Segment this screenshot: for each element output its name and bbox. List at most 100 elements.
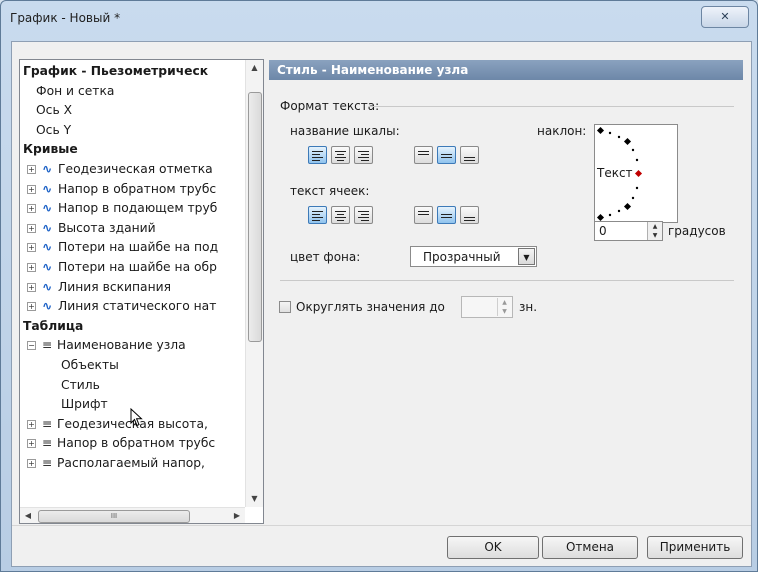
curve-icon: ∿ bbox=[42, 260, 53, 274]
round-spin-buttons[interactable]: ▲ ▼ bbox=[497, 298, 511, 316]
tree-content: График - Пьезометрическ Фон и сетка Ось X О… bbox=[20, 60, 245, 507]
round-digits-spinner[interactable]: ▲ ▼ bbox=[461, 296, 513, 318]
tree-item-label: Ось Y bbox=[36, 122, 72, 137]
tree-item[interactable]: Фон и сетка bbox=[36, 82, 114, 101]
scroll-up-icon[interactable]: ▲ bbox=[246, 60, 263, 76]
close-button[interactable]: ✕ bbox=[701, 6, 749, 28]
section-header: Стиль - Наименование узла bbox=[269, 60, 743, 80]
tree-item[interactable]: + ∿ Напор в подающем труб bbox=[27, 199, 217, 218]
expand-icon[interactable]: + bbox=[27, 302, 36, 312]
spin-down-icon[interactable]: ▼ bbox=[648, 231, 662, 240]
scroll-down-icon[interactable]: ▼ bbox=[246, 491, 263, 507]
tree-item-label: Фон и сетка bbox=[36, 83, 115, 98]
collapse-icon[interactable]: − bbox=[27, 341, 36, 351]
expand-icon[interactable]: + bbox=[27, 439, 36, 449]
tree-item[interactable]: Стиль bbox=[61, 376, 100, 395]
curve-icon: ∿ bbox=[42, 162, 53, 176]
table-column-icon: ≡ bbox=[42, 416, 53, 431]
tree-item[interactable]: + ∿ Потери на шайбе на обр bbox=[27, 258, 217, 277]
cell-align-left-button[interactable] bbox=[308, 206, 327, 224]
tree-item-label: Кривые bbox=[23, 142, 78, 157]
tree-item[interactable]: + ∿ Линия вскипания bbox=[27, 278, 172, 297]
scroll-thumb[interactable] bbox=[248, 92, 262, 342]
tree-item-label: Линия статического нат bbox=[58, 299, 217, 314]
cell-valign-middle-button[interactable] bbox=[437, 206, 456, 224]
expand-icon[interactable]: + bbox=[27, 459, 36, 468]
tree-item[interactable]: − ≡ Наименование узла bbox=[27, 336, 186, 355]
apply-button[interactable]: Применить bbox=[647, 536, 743, 559]
tree-vertical-scrollbar[interactable]: ▲ ▼ bbox=[245, 60, 263, 507]
tree-item[interactable]: + ∿ Высота зданий bbox=[27, 219, 156, 238]
curve-icon: ∿ bbox=[42, 299, 53, 314]
tree-item-label: Наименование узла bbox=[57, 338, 186, 353]
tree-item[interactable]: + ∿ Геодезическая отметка bbox=[27, 160, 213, 179]
tree-item[interactable]: + ≡ Геодезическая высота, bbox=[27, 415, 208, 434]
settings-tree: График - Пьезометрическ Фон и сетка Ось X О… bbox=[19, 59, 264, 524]
tree-item[interactable]: + ∿ Потери на шайбе на под bbox=[27, 238, 218, 257]
tree-item[interactable]: + ∿ Линия статического нат bbox=[27, 297, 217, 316]
hscroll-thumb[interactable]: III bbox=[38, 510, 190, 523]
table-column-icon: ≡ bbox=[42, 456, 53, 470]
tree-item[interactable]: + ≡ Располагаемый напор, bbox=[27, 454, 205, 473]
scale-valign-top-button[interactable] bbox=[414, 146, 433, 164]
cell-align-right-button[interactable] bbox=[354, 206, 373, 224]
curve-icon: ∿ bbox=[42, 279, 53, 294]
tree-item[interactable]: Ось X bbox=[36, 101, 72, 120]
close-icon: ✕ bbox=[720, 10, 730, 23]
degrees-label: градусов bbox=[668, 224, 726, 238]
angle-spin-buttons[interactable]: ▲ ▼ bbox=[647, 222, 662, 240]
scroll-right-icon[interactable]: ▶ bbox=[229, 508, 245, 523]
bg-color-select[interactable]: Прозрачный ▼ bbox=[410, 246, 537, 267]
expand-icon[interactable]: + bbox=[27, 243, 36, 253]
bg-color-value: Прозрачный bbox=[423, 250, 501, 264]
expand-icon[interactable]: + bbox=[27, 223, 36, 233]
round-unit-label: зн. bbox=[519, 300, 538, 314]
tilt-label: наклон: bbox=[537, 124, 587, 138]
tree-item[interactable]: Кривые bbox=[23, 140, 78, 159]
cell-valign-bottom-button[interactable] bbox=[460, 206, 479, 224]
expand-icon[interactable]: + bbox=[27, 419, 36, 429]
scale-valign-bottom-button[interactable] bbox=[460, 146, 479, 164]
window-title: График - Новый * bbox=[10, 11, 121, 25]
expand-icon[interactable]: + bbox=[27, 184, 36, 194]
scale-name-label: название шкалы: bbox=[290, 124, 400, 138]
tree-item[interactable]: Шрифт bbox=[61, 395, 108, 414]
tree-item[interactable]: Таблица bbox=[23, 317, 83, 336]
curve-icon: ∿ bbox=[42, 240, 53, 255]
table-column-icon: ≡ bbox=[42, 436, 53, 451]
scroll-left-icon[interactable]: ◀ bbox=[20, 508, 36, 523]
expand-icon[interactable]: + bbox=[27, 282, 36, 292]
tree-horizontal-scrollbar[interactable]: ◀ III ▶ bbox=[20, 507, 245, 523]
text-angle-selector[interactable]: Текст bbox=[594, 124, 678, 223]
tree-item-label: Таблица bbox=[23, 318, 84, 333]
tree-item-label: Линия вскипания bbox=[58, 279, 172, 294]
tree-item[interactable]: График - Пьезометрическ bbox=[23, 62, 208, 81]
angle-value: 0 bbox=[599, 224, 607, 238]
scale-align-right-button[interactable] bbox=[354, 146, 373, 164]
ok-button[interactable]: OK bbox=[447, 536, 539, 559]
tree-item[interactable]: Объекты bbox=[61, 356, 119, 375]
round-values-checkbox[interactable] bbox=[279, 301, 291, 313]
tree-item[interactable]: + ∿ Напор в обратном трубс bbox=[27, 180, 216, 199]
tree-item[interactable]: + ≡ Напор в обратном трубс bbox=[27, 434, 215, 453]
expand-icon[interactable]: + bbox=[27, 263, 36, 272]
bg-color-label: цвет фона: bbox=[290, 250, 361, 264]
scale-valign-middle-button[interactable] bbox=[437, 146, 456, 164]
tree-item[interactable]: Ось Y bbox=[36, 121, 71, 140]
scale-align-left-button[interactable] bbox=[308, 146, 327, 164]
scale-align-center-button[interactable] bbox=[331, 146, 350, 164]
tree-item-label: Шрифт bbox=[61, 397, 108, 412]
cell-valign-top-button[interactable] bbox=[414, 206, 433, 224]
round-values-label: Округлять значения до bbox=[296, 300, 445, 314]
title-bar[interactable]: График - Новый * ✕ bbox=[1, 1, 757, 41]
tree-item-label: Геодезическая отметка bbox=[58, 162, 213, 176]
cell-align-center-button[interactable] bbox=[331, 206, 350, 224]
expand-icon[interactable]: + bbox=[27, 165, 36, 174]
spin-up-icon[interactable]: ▲ bbox=[648, 222, 662, 231]
cancel-button[interactable]: Отмена bbox=[542, 536, 638, 559]
expand-icon[interactable]: + bbox=[27, 204, 36, 214]
angle-degrees-spinner[interactable]: 0 ▲ ▼ bbox=[594, 221, 663, 241]
text-format-divider bbox=[369, 106, 734, 107]
curve-icon: ∿ bbox=[42, 220, 53, 235]
chevron-down-icon[interactable]: ▼ bbox=[518, 248, 535, 265]
